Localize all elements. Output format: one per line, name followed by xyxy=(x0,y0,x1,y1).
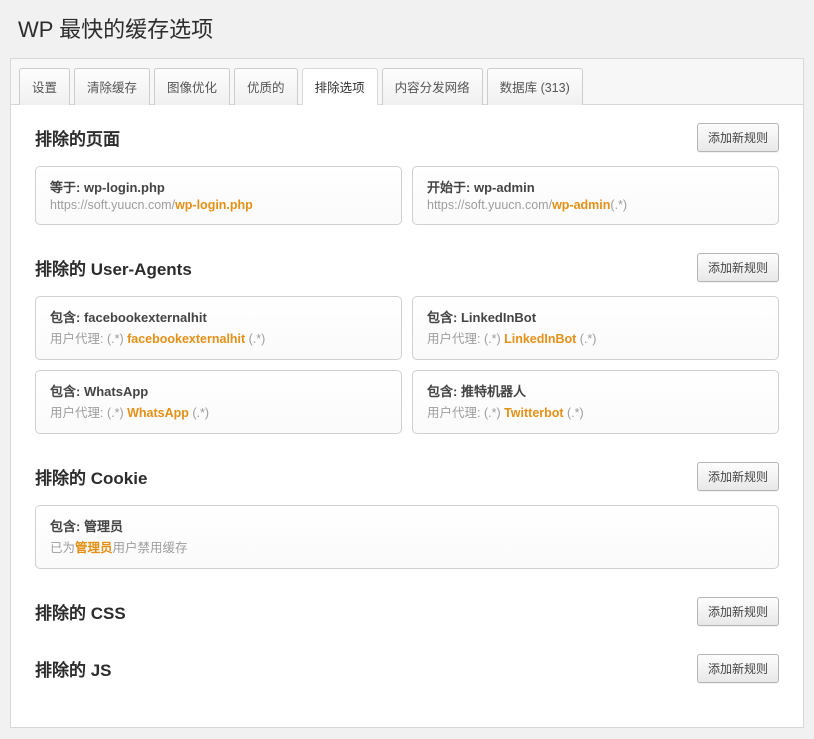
rule-detail: https://soft.yuucn.com/wp-login.php xyxy=(50,198,387,212)
tab-cdn[interactable]: 内容分发网络 xyxy=(382,68,483,105)
settings-panel: 设置 清除缓存 图像优化 优质的 排除选项 内容分发网络 数据库 (313) 排… xyxy=(10,58,804,728)
rule-detail: 用户代理: (.*) LinkedInBot (.*) xyxy=(427,328,764,347)
rule-detail: 用户代理: (.*) WhatsApp (.*) xyxy=(50,402,387,421)
rule-detail: https://soft.yuucn.com/wp-admin(.*) xyxy=(427,198,764,212)
section-css: 排除的 CSS 添加新规则 xyxy=(35,597,779,626)
rule-card[interactable]: 包含: 管理员 已为管理员用户禁用缓存 xyxy=(35,505,779,569)
add-rule-pages-button[interactable]: 添加新规则 xyxy=(697,123,779,152)
tab-settings[interactable]: 设置 xyxy=(19,68,70,105)
rule-card[interactable]: 包含: WhatsApp 用户代理: (.*) WhatsApp (.*) xyxy=(35,370,402,434)
content-area: 排除的页面 添加新规则 等于: wp-login.php https://sof… xyxy=(11,105,803,727)
section-title-css: 排除的 CSS xyxy=(35,599,126,624)
rule-label: 开始于: wp-admin xyxy=(427,177,764,196)
rule-detail: 用户代理: (.*) facebookexternalhit (.*) xyxy=(50,328,387,347)
rule-label: 包含: LinkedInBot xyxy=(427,307,764,326)
page-title: WP 最快的缓存选项 xyxy=(0,0,814,58)
section-pages: 排除的页面 添加新规则 等于: wp-login.php https://sof… xyxy=(35,123,779,225)
section-user-agents: 排除的 User-Agents 添加新规则 包含: facebookextern… xyxy=(35,253,779,434)
section-cookies: 排除的 Cookie 添加新规则 包含: 管理员 已为管理员用户禁用缓存 xyxy=(35,462,779,569)
tab-exclude[interactable]: 排除选项 xyxy=(302,68,378,105)
rule-card[interactable]: 包含: 推特机器人 用户代理: (.*) Twitterbot (.*) xyxy=(412,370,779,434)
rule-card[interactable]: 包含: facebookexternalhit 用户代理: (.*) faceb… xyxy=(35,296,402,360)
tab-premium[interactable]: 优质的 xyxy=(234,68,298,105)
rule-label: 包含: facebookexternalhit xyxy=(50,307,387,326)
rule-card[interactable]: 开始于: wp-admin https://soft.yuucn.com/wp-… xyxy=(412,166,779,225)
rule-card[interactable]: 等于: wp-login.php https://soft.yuucn.com/… xyxy=(35,166,402,225)
section-title-js: 排除的 JS xyxy=(35,656,112,681)
add-rule-user-agents-button[interactable]: 添加新规则 xyxy=(697,253,779,282)
rule-card[interactable]: 包含: LinkedInBot 用户代理: (.*) LinkedInBot (… xyxy=(412,296,779,360)
section-title-pages: 排除的页面 xyxy=(35,125,120,150)
section-title-cookies: 排除的 Cookie xyxy=(35,464,147,489)
section-title-user-agents: 排除的 User-Agents xyxy=(35,255,192,280)
add-rule-cookies-button[interactable]: 添加新规则 xyxy=(697,462,779,491)
rule-label: 包含: 管理员 xyxy=(50,516,764,535)
rule-label: 包含: 推特机器人 xyxy=(427,381,764,400)
rule-detail: 已为管理员用户禁用缓存 xyxy=(50,537,764,556)
tab-database[interactable]: 数据库 (313) xyxy=(487,68,583,105)
rule-label: 等于: wp-login.php xyxy=(50,177,387,196)
rule-label: 包含: WhatsApp xyxy=(50,381,387,400)
tab-image-opt[interactable]: 图像优化 xyxy=(154,68,230,105)
tabs-bar: 设置 清除缓存 图像优化 优质的 排除选项 内容分发网络 数据库 (313) xyxy=(11,59,803,105)
rule-detail: 用户代理: (.*) Twitterbot (.*) xyxy=(427,402,764,421)
add-rule-css-button[interactable]: 添加新规则 xyxy=(697,597,779,626)
tab-clear-cache[interactable]: 清除缓存 xyxy=(74,68,150,105)
section-js: 排除的 JS 添加新规则 xyxy=(35,654,779,683)
add-rule-js-button[interactable]: 添加新规则 xyxy=(697,654,779,683)
